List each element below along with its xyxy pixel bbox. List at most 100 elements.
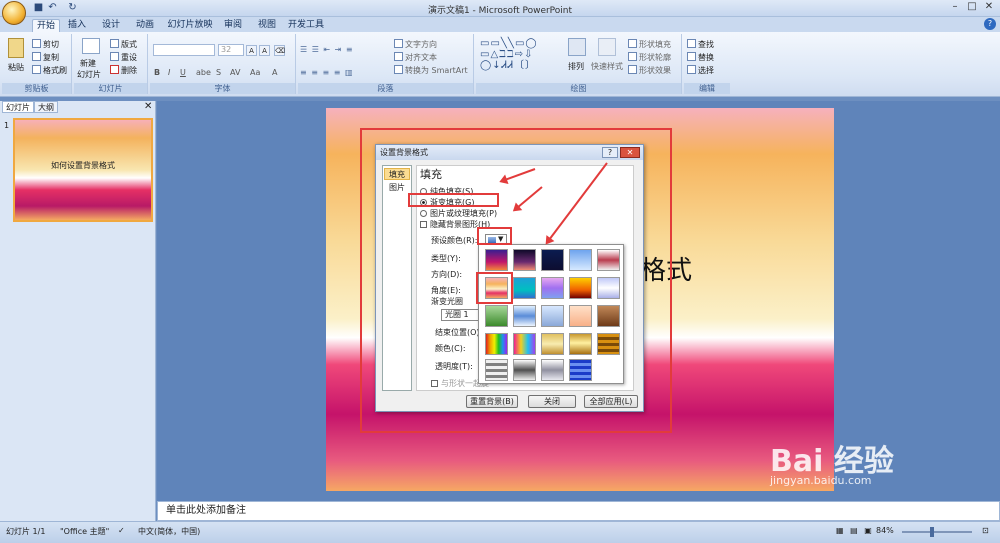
tab-insert[interactable]: 插入 bbox=[64, 19, 90, 32]
slides-group-label: 幻灯片 bbox=[74, 83, 147, 94]
shape-fill-button[interactable]: 形状填充 bbox=[628, 39, 671, 50]
effects-icon bbox=[628, 65, 637, 74]
change-case-icon[interactable]: Aa bbox=[250, 67, 260, 78]
reset-icon bbox=[110, 52, 119, 61]
strikethrough-icon[interactable]: abe bbox=[196, 67, 211, 78]
delete-button[interactable]: 删除 bbox=[110, 65, 137, 76]
replace-button[interactable]: 替换 bbox=[687, 52, 714, 63]
zoom-slider[interactable] bbox=[902, 531, 972, 533]
spellcheck-icon[interactable]: ✓ bbox=[118, 526, 125, 535]
editing-group-label: 编辑 bbox=[684, 83, 730, 94]
view-buttons[interactable]: ▦ ▤ ▣ bbox=[836, 526, 874, 535]
tab-outline-panel[interactable]: 大纲 bbox=[34, 101, 58, 113]
tab-developer[interactable]: 开发工具 bbox=[286, 19, 326, 32]
editing-group: 查找 替换 选择 编辑 bbox=[684, 34, 730, 94]
cut-button[interactable]: 剪切 bbox=[32, 39, 59, 50]
annotation-preset-box bbox=[477, 227, 512, 245]
delete-icon bbox=[110, 65, 119, 74]
tab-review[interactable]: 审阅 bbox=[220, 19, 246, 32]
tab-slides-panel[interactable]: 幻灯片 bbox=[2, 101, 34, 113]
tab-design[interactable]: 设计 bbox=[98, 19, 124, 32]
zoom-level[interactable]: 84% bbox=[876, 526, 894, 535]
slide-thumbnail[interactable]: 如何设置背景格式 bbox=[13, 118, 153, 222]
drawing-group: ▭▭╲╲▭◯ ▭△ℶℶ⇨⇩ ◯↓ᏗᏗ〔〕 排列 快速样式 形状填充 形状轮廓 形状效… bbox=[476, 34, 682, 94]
annotation-swatch-box bbox=[476, 272, 513, 304]
text-direction-icon bbox=[394, 39, 403, 48]
paste-icon[interactable] bbox=[8, 38, 24, 58]
copy-button[interactable]: 复制 bbox=[32, 52, 59, 63]
clipboard-group: 粘贴 剪切 复制 格式刷 剪贴板 bbox=[2, 34, 72, 94]
smartart-icon bbox=[394, 65, 403, 74]
format-painter-button[interactable]: 格式刷 bbox=[32, 65, 67, 76]
save-icon[interactable]: ■ bbox=[32, 2, 45, 15]
tab-slideshow[interactable]: 幻灯片放映 bbox=[166, 19, 214, 32]
watermark-url: jingyan.baidu.com bbox=[770, 474, 872, 487]
underline-icon[interactable]: U bbox=[180, 67, 186, 78]
quick-styles-button[interactable]: 快速样式 bbox=[591, 61, 623, 72]
shadow-icon[interactable]: S bbox=[216, 67, 221, 78]
panel-close-icon[interactable]: ✕ bbox=[144, 101, 152, 112]
new-slide-icon[interactable] bbox=[82, 38, 100, 54]
slide-counter: 幻灯片 1/1 bbox=[6, 527, 46, 536]
grow-font-icon[interactable]: A bbox=[246, 45, 257, 56]
scissors-icon bbox=[32, 39, 41, 48]
zoom-thumb[interactable] bbox=[930, 527, 934, 537]
replace-icon bbox=[687, 52, 696, 61]
arrange-button[interactable]: 排列 bbox=[568, 61, 584, 72]
fill-icon bbox=[628, 39, 637, 48]
minimize-icon[interactable]: – bbox=[948, 1, 962, 14]
new-slide-button[interactable]: 新建 bbox=[80, 58, 96, 69]
tab-home[interactable]: 开始 bbox=[32, 19, 60, 32]
text-direction-button[interactable]: 文字方向 bbox=[394, 39, 437, 50]
align-icons[interactable]: ≡ ≡ ≡ ≡ ▥ bbox=[300, 67, 354, 78]
thumbnail-title: 如何设置背景格式 bbox=[51, 161, 115, 170]
tab-animation[interactable]: 动画 bbox=[132, 19, 158, 32]
bold-icon[interactable]: B bbox=[154, 67, 160, 78]
language-indicator: 中文(简体，中国) bbox=[138, 527, 201, 536]
arrange-icon[interactable] bbox=[568, 38, 586, 56]
help-icon[interactable]: ? bbox=[984, 18, 996, 30]
tab-view[interactable]: 视图 bbox=[254, 19, 280, 32]
font-name-input[interactable] bbox=[153, 44, 215, 56]
annotation-gradient-box bbox=[408, 193, 499, 207]
new-slide-button-line2[interactable]: 幻灯片 bbox=[77, 69, 101, 80]
ribbon: 粘贴 剪切 复制 格式刷 剪贴板 新建 幻灯片 版式 重设 删除 幻灯片 32 … bbox=[0, 32, 1000, 97]
find-button[interactable]: 查找 bbox=[687, 39, 714, 50]
align-text-icon bbox=[394, 52, 403, 61]
list-icons[interactable]: ☰ ☰ ⇤ ⇥ ≡ bbox=[300, 44, 354, 55]
shrink-font-icon[interactable]: A bbox=[259, 45, 270, 56]
font-group: 32 A A ⌫ B I U abe S AV Aa A 字体 bbox=[150, 34, 296, 94]
undo-icon[interactable]: ↶ bbox=[46, 2, 59, 15]
slide-number: 1 bbox=[4, 121, 10, 130]
shape-outline-button[interactable]: 形状轮廓 bbox=[628, 52, 671, 63]
copy-icon bbox=[32, 52, 41, 61]
char-spacing-icon[interactable]: AV bbox=[230, 67, 240, 78]
smartart-button[interactable]: 转换为 SmartArt bbox=[394, 65, 468, 76]
paste-button[interactable]: 粘贴 bbox=[8, 62, 24, 73]
font-color-icon[interactable]: A bbox=[272, 67, 277, 78]
align-text-button[interactable]: 对齐文本 bbox=[394, 52, 437, 63]
layout-button[interactable]: 版式 bbox=[110, 39, 137, 50]
font-size-input[interactable]: 32 bbox=[218, 44, 244, 56]
clear-format-icon[interactable]: ⌫ bbox=[274, 45, 285, 56]
fit-window-icon[interactable]: ⊡ bbox=[982, 526, 989, 535]
clipboard-group-label: 剪贴板 bbox=[2, 83, 71, 94]
close-icon[interactable]: ✕ bbox=[982, 1, 996, 14]
reset-button[interactable]: 重设 bbox=[110, 52, 137, 63]
slides-group: 新建 幻灯片 版式 重设 删除 幻灯片 bbox=[74, 34, 148, 94]
maximize-icon[interactable]: □ bbox=[965, 1, 979, 14]
italic-icon[interactable]: I bbox=[168, 67, 170, 78]
quick-styles-icon[interactable] bbox=[598, 38, 616, 56]
paragraph-group-label: 段落 bbox=[298, 83, 473, 94]
theme-name: "Office 主题" bbox=[60, 527, 110, 536]
font-group-label: 字体 bbox=[150, 83, 295, 94]
notes-pane[interactable]: 单击此处添加备注 bbox=[157, 501, 1000, 521]
redo-icon[interactable]: ↻ bbox=[66, 2, 79, 15]
title-bar: 演示文稿1 - Microsoft PowerPoint bbox=[0, 0, 1000, 17]
office-button[interactable] bbox=[2, 1, 26, 25]
shape-effects-button[interactable]: 形状效果 bbox=[628, 65, 671, 76]
shapes-gallery[interactable]: ▭▭╲╲▭◯ ▭△ℶℶ⇨⇩ ◯↓ᏗᏗ〔〕 bbox=[480, 38, 538, 71]
window-title: 演示文稿1 - Microsoft PowerPoint bbox=[427, 6, 573, 16]
select-button[interactable]: 选择 bbox=[687, 65, 714, 76]
layout-icon bbox=[110, 39, 119, 48]
